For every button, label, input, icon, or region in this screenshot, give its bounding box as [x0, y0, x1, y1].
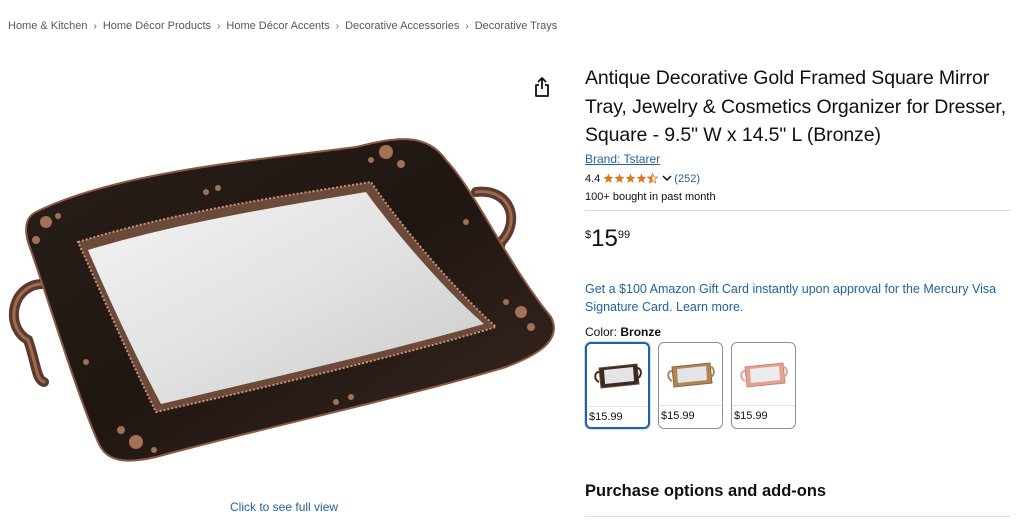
star-rating[interactable] — [603, 173, 659, 184]
breadcrumb-home-kitchen[interactable]: Home & Kitchen — [8, 20, 87, 32]
price-fraction: 99 — [617, 228, 631, 241]
breadcrumb-separator: › — [217, 20, 221, 32]
swatch-price: $15.99 — [734, 409, 768, 422]
chevron-down-icon[interactable] — [662, 173, 672, 185]
breadcrumb-decorative-accessories[interactable]: Decorative Accessories — [345, 20, 459, 32]
color-label-text: Color: — [585, 324, 618, 339]
product-main-image[interactable] — [6, 112, 572, 484]
color-label: Color: Bronze — [585, 325, 1010, 339]
breadcrumb-home-decor-accents[interactable]: Home Décor Accents — [226, 20, 329, 32]
rating-value: 4.4 — [585, 172, 601, 185]
breadcrumb-separator: › — [93, 20, 97, 32]
brand-link[interactable]: Brand: Tstarer — [585, 152, 660, 166]
divider — [585, 516, 1010, 517]
color-selected-value: Bronze — [620, 324, 662, 339]
rating-row: 4.4 (252) — [585, 171, 1010, 187]
swatch-bronze[interactable]: $15.99 — [585, 341, 650, 429]
product-details: Antique Decorative Gold Framed Square Mi… — [585, 64, 1010, 429]
swatch-image — [732, 343, 795, 406]
see-full-view-link[interactable]: Click to see full view — [230, 500, 338, 514]
breadcrumb-separator: › — [335, 20, 340, 32]
bought-in-past-month: 100+ bought in past month — [585, 190, 716, 203]
divider — [585, 209, 1010, 211]
review-count-link[interactable]: (252) — [674, 173, 700, 185]
swatch-price: $15.99 — [661, 409, 695, 422]
promo-link[interactable]: Get a $100 Amazon Gift Card instantly up… — [585, 280, 1010, 317]
share-icon[interactable] — [532, 76, 552, 98]
breadcrumb: Home & Kitchen › Home Décor Products › H… — [8, 20, 557, 32]
color-swatches: $15.99 $15.99 $15.99 — [585, 341, 1010, 429]
breadcrumb-home-decor-products[interactable]: Home Décor Products — [103, 20, 211, 32]
breadcrumb-separator: › — [465, 20, 469, 32]
price-whole: 15 — [591, 224, 618, 252]
swatch-image — [587, 344, 648, 407]
price: $ 15 99 — [585, 225, 1010, 255]
breadcrumb-decorative-trays[interactable]: Decorative Trays — [475, 20, 558, 32]
swatch-price: $15.99 — [589, 410, 623, 423]
purchase-options-heading: Purchase options and add-ons — [585, 482, 827, 500]
swatch-rose[interactable]: $15.99 — [731, 341, 796, 429]
swatch-image — [659, 343, 722, 406]
product-title: Antique Decorative Gold Framed Square Mi… — [585, 67, 1007, 146]
swatch-gold[interactable]: $15.99 — [658, 341, 723, 429]
